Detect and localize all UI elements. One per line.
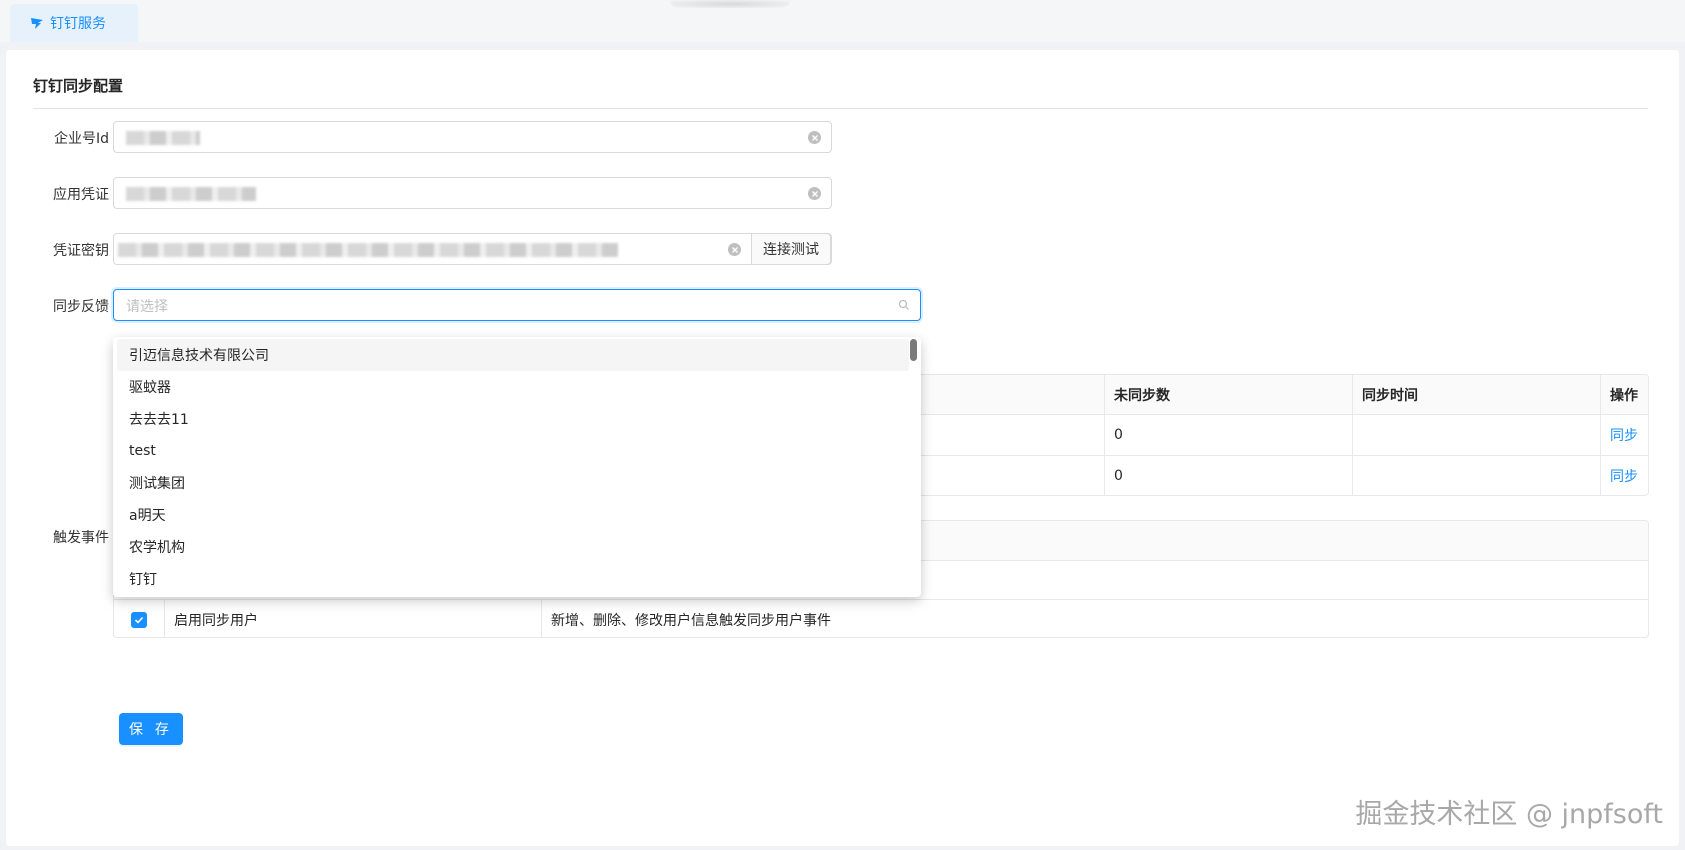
dropdown-option[interactable]: 测试集团 [117, 467, 909, 499]
app-key-input[interactable] [113, 177, 832, 209]
clear-icon[interactable] [808, 187, 821, 200]
sync-link[interactable]: 同步 [1600, 415, 1648, 455]
unsynced-count: 0 [1104, 456, 1352, 495]
redacted-value [126, 187, 256, 201]
header-unsynced: 未同步数 [1104, 375, 1352, 414]
sync-feedback-dropdown: 引迈信息技术有限公司 驱蚊器 去去去11 test 测试集团 a明天 农学机构 … [113, 337, 921, 597]
decorative-shadow [670, 0, 790, 8]
event-description: 新增、删除、修改用户信息触发同步用户事件 [541, 600, 1648, 637]
tab-label: 钉钉服务 [50, 16, 106, 32]
app-secret-input[interactable]: 连接测试 [113, 233, 832, 265]
event-checkbox[interactable] [131, 611, 147, 628]
app-key-label: 应用凭证 [53, 187, 109, 203]
tab-dingtalk-service[interactable]: 钉钉服务 [10, 4, 138, 42]
sync-feedback-label: 同步反馈 [53, 299, 109, 315]
header-action: 操作 [1600, 375, 1648, 414]
trigger-event-label: 触发事件 [53, 530, 109, 546]
app-secret-label: 凭证密钥 [53, 243, 109, 259]
table-row: 启用同步用户 新增、删除、修改用户信息触发同步用户事件 [114, 599, 1648, 637]
tab-bar: 钉钉服务 [0, 0, 1685, 42]
clear-icon[interactable] [808, 131, 821, 144]
header-sync-time: 同步时间 [1352, 375, 1600, 414]
dropdown-option[interactable]: 驱蚊器 [117, 371, 909, 403]
unsynced-count: 0 [1104, 415, 1352, 455]
dropdown-scrollbar[interactable] [910, 339, 917, 361]
corp-id-label: 企业号Id [53, 131, 109, 147]
dropdown-option[interactable]: 钉钉 [117, 563, 909, 595]
redacted-value [126, 131, 200, 145]
sync-time [1352, 415, 1600, 455]
sync-time [1352, 456, 1600, 495]
checkbox-cell [114, 600, 164, 637]
event-name: 启用同步用户 [164, 600, 541, 637]
dropdown-option[interactable]: 去去去11 [117, 403, 909, 435]
dropdown-option[interactable]: 引迈信息技术有限公司 [117, 339, 909, 371]
redacted-value [118, 243, 618, 257]
dingtalk-icon [30, 16, 44, 30]
corp-id-input[interactable] [113, 121, 832, 153]
search-icon [898, 299, 910, 311]
connect-test-button[interactable]: 连接测试 [751, 233, 831, 265]
select-placeholder: 请选择 [126, 299, 168, 315]
sync-link[interactable]: 同步 [1600, 456, 1648, 495]
watermark: 掘金技术社区 @ jnpfsoft [1355, 799, 1663, 830]
dropdown-option[interactable]: a明天 [117, 499, 909, 531]
save-button[interactable]: 保 存 [119, 713, 183, 745]
section-title: 钉钉同步配置 [33, 77, 124, 95]
sync-feedback-select[interactable]: 请选择 [113, 289, 921, 321]
clear-icon[interactable] [728, 243, 741, 256]
dropdown-option[interactable]: test [117, 435, 909, 467]
section-divider [33, 108, 1648, 109]
dropdown-option[interactable]: 农学机构 [117, 531, 909, 563]
